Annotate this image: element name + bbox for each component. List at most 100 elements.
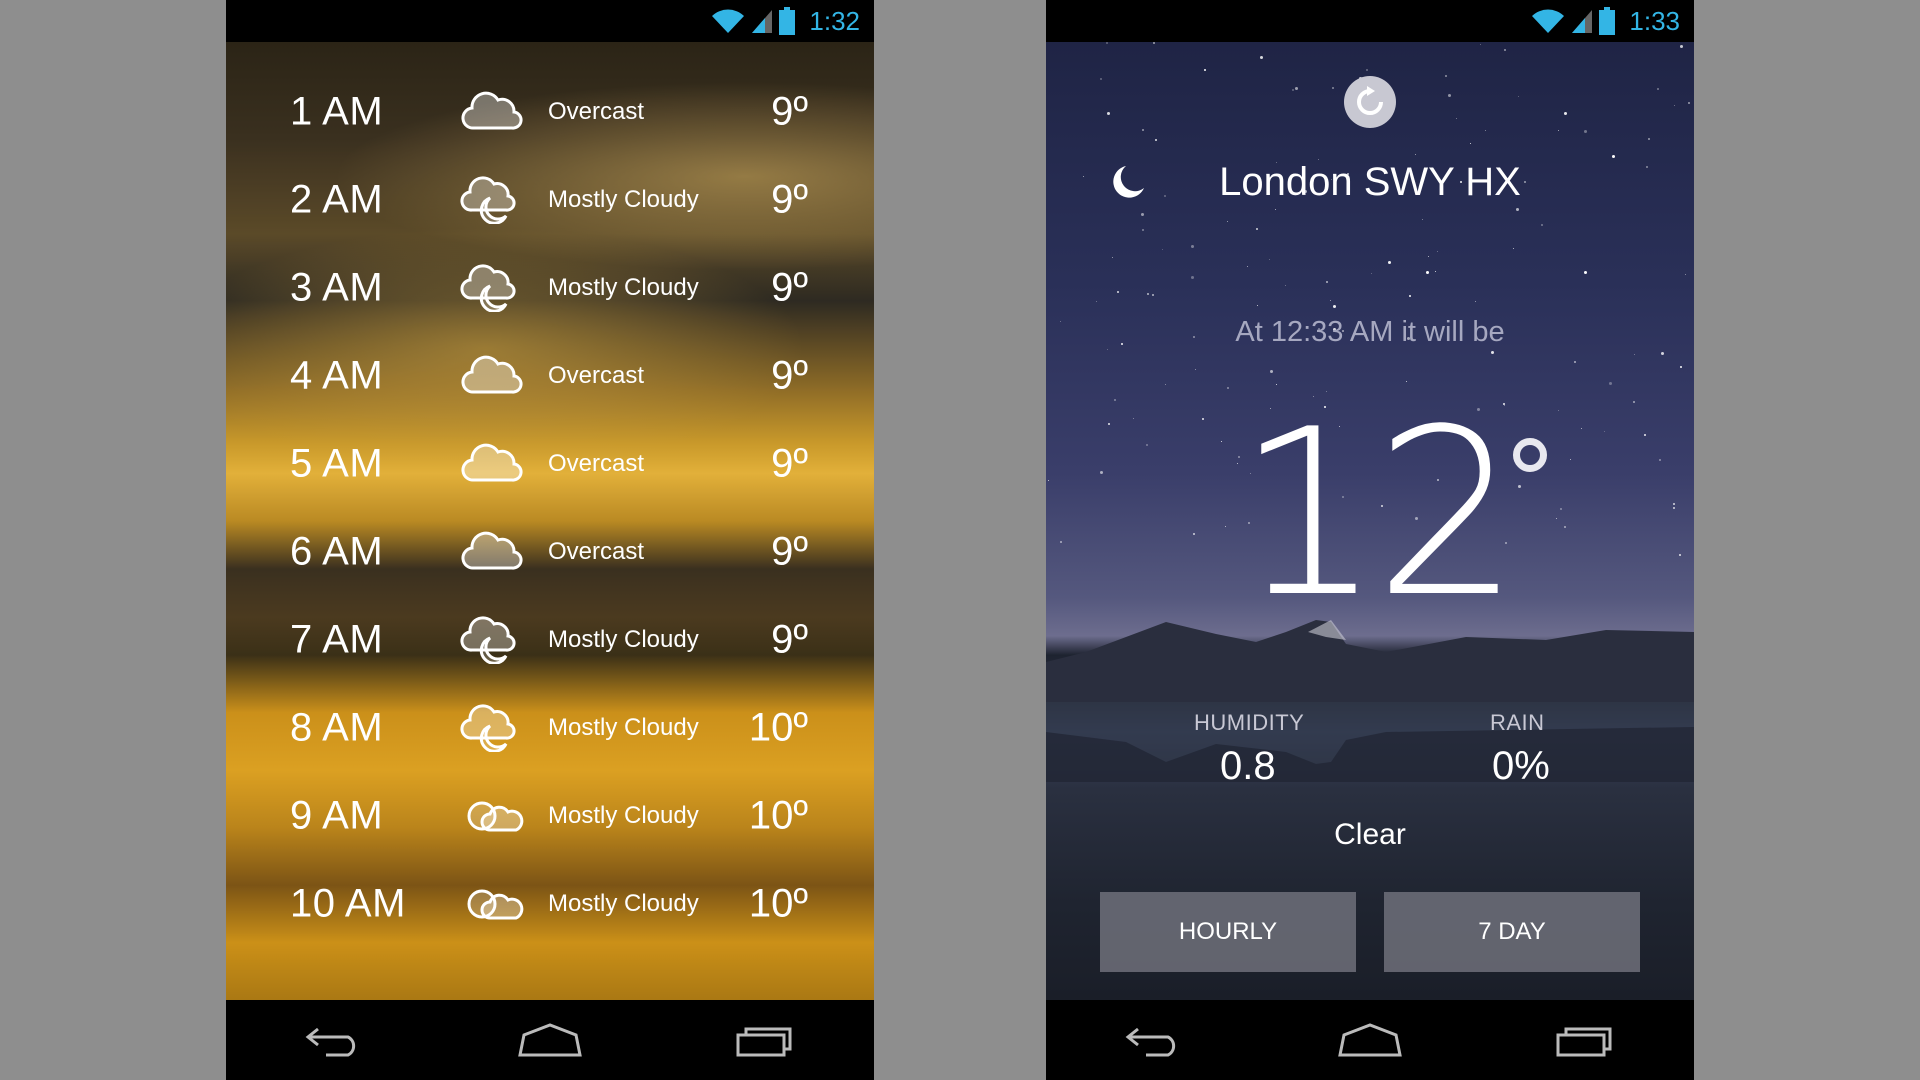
star (1047, 479, 1049, 481)
star (1226, 387, 1229, 390)
star (1366, 69, 1369, 72)
signal-icon (1571, 8, 1593, 34)
hour-row[interactable]: 9 AM Mostly Cloudy 10º (226, 772, 874, 860)
star (1059, 540, 1062, 543)
star (1674, 104, 1676, 106)
star (1260, 56, 1264, 60)
star (1116, 290, 1119, 293)
star (1099, 471, 1103, 475)
hour-row[interactable]: 8 AM Mostly Cloudy 10º (226, 684, 874, 772)
star (1371, 272, 1373, 274)
hour-condition: Mostly Cloudy (548, 274, 699, 301)
current-condition: Clear (1334, 818, 1406, 851)
wifi-icon (1531, 8, 1565, 34)
star (1409, 295, 1412, 298)
star (1106, 111, 1110, 115)
overcast-icon (460, 352, 524, 400)
star (1292, 89, 1295, 92)
mostly-cloudy-night-icon (460, 704, 524, 753)
humidity-value: 0.8 (1220, 744, 1276, 788)
recent-apps-button[interactable] (726, 1010, 806, 1070)
recent-apps-icon (1556, 1027, 1612, 1057)
star (1325, 281, 1328, 284)
star (1191, 276, 1195, 280)
star (1447, 93, 1451, 97)
hour-row[interactable]: 4 AM Overcast 9º (226, 332, 874, 420)
phone-hourly-screen: 1:32 1 AM Overcast 9º 2 AM Mostly Cloudy 9º 3 … (226, 0, 874, 1080)
current-temperature: 12 (1236, 381, 1521, 648)
seven-day-button[interactable]: 7 DAY (1384, 892, 1640, 972)
hour-temperature: 9º (771, 353, 808, 398)
home-button[interactable] (1330, 1010, 1410, 1070)
hour-row[interactable]: 2 AM Mostly Cloudy 9º (226, 156, 874, 244)
star (1643, 434, 1646, 436)
status-time: 1:32 (809, 5, 860, 36)
status-bar: 1:33 (1046, 0, 1694, 42)
star (1427, 255, 1429, 257)
star (1107, 423, 1110, 426)
star (1684, 273, 1686, 275)
star (1203, 68, 1206, 71)
hour-temperature: 9º (771, 529, 808, 574)
hour-row[interactable]: 10 AM Mostly Cloudy 10º (226, 860, 874, 948)
refresh-button[interactable] (1344, 76, 1396, 128)
star (1569, 459, 1571, 461)
status-time: 1:33 (1629, 5, 1680, 36)
star (1688, 101, 1691, 104)
hour-temperature: 9º (771, 89, 808, 134)
star (1660, 351, 1664, 355)
hour-time: 1 AM (290, 89, 384, 134)
star (1201, 417, 1204, 420)
star (1581, 428, 1583, 430)
star (1564, 111, 1568, 115)
star (1558, 130, 1560, 132)
battery-icon (779, 7, 796, 35)
star (1145, 443, 1148, 446)
star (1099, 77, 1102, 80)
hour-time: 4 AM (290, 353, 384, 398)
star (1673, 506, 1676, 509)
hour-time: 3 AM (290, 265, 384, 310)
hour-condition: Mostly Cloudy (548, 714, 699, 741)
hour-temperature: 10º (748, 881, 808, 926)
star (1285, 284, 1287, 286)
star (1165, 383, 1167, 385)
home-icon (1338, 1023, 1402, 1057)
star (1112, 256, 1114, 258)
hour-row[interactable]: 3 AM Mostly Cloudy 9º (226, 244, 874, 332)
mostly-cloudy-night-icon (460, 616, 524, 665)
overcast-icon (460, 528, 524, 576)
star (1680, 365, 1683, 368)
star (1152, 42, 1155, 45)
hour-condition: Overcast (548, 98, 645, 125)
recent-apps-icon (736, 1027, 792, 1057)
hour-row[interactable]: 7 AM Mostly Cloudy 9º (226, 596, 874, 684)
recent-apps-button[interactable] (1546, 1010, 1626, 1070)
hour-temperature: 9º (771, 617, 808, 662)
rain-value: 0% (1492, 744, 1550, 788)
star (1517, 95, 1519, 97)
hour-row[interactable]: 5 AM Overcast 9º (226, 420, 874, 508)
back-button[interactable] (1114, 1010, 1194, 1070)
star (1633, 401, 1636, 404)
star (1294, 87, 1298, 91)
star (1269, 258, 1271, 260)
star (1190, 244, 1194, 248)
hourly-button[interactable]: HOURLY (1100, 892, 1356, 972)
star (1141, 213, 1145, 217)
hour-row[interactable]: 6 AM Overcast 9º (226, 508, 874, 596)
star (1194, 368, 1196, 370)
home-button[interactable] (510, 1010, 590, 1070)
forecast-subtitle: At 12:33 AM it will be (1235, 316, 1505, 348)
star (1474, 301, 1476, 303)
star (1634, 353, 1636, 355)
hour-row[interactable]: 1 AM Overcast 9º (226, 68, 874, 156)
hour-time: 9 AM (290, 793, 384, 838)
star (1648, 138, 1651, 141)
star (1584, 129, 1588, 133)
star (1608, 382, 1612, 386)
back-button[interactable] (294, 1010, 374, 1070)
mostly-cloudy-day-icon (460, 880, 524, 928)
hour-time: 10 AM (290, 881, 406, 926)
mostly-cloudy-night-icon (460, 264, 524, 313)
